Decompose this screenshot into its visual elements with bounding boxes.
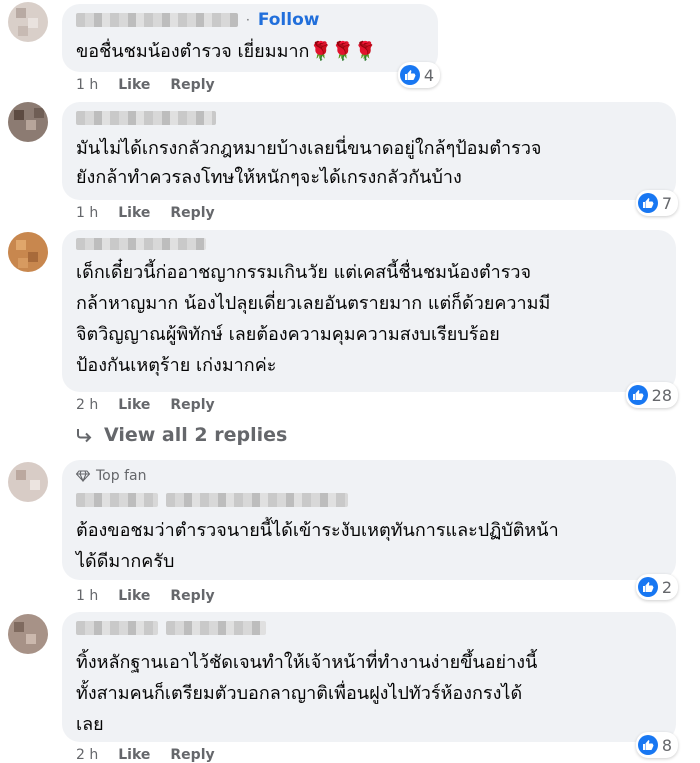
reaction-count-label: 28 <box>651 385 672 405</box>
reaction-count[interactable]: 2 <box>635 574 678 600</box>
comment-bubble: ทิ้งหลักฐานเอาไว้ชัดเจนทำให้เจ้าหน้าที่ท… <box>62 612 678 758</box>
top-fan-label: Top fan <box>96 468 147 484</box>
comment-text: ป้องกันเหตุร้าย เก่งมากค่ะ <box>76 355 277 376</box>
thumbs-up-icon <box>627 385 648 405</box>
comment-actions: 1 h Like Reply <box>76 77 215 93</box>
reaction-count-label: 4 <box>423 65 434 85</box>
comment-text: ทิ้งหลักฐานเอาไว้ชัดเจนทำให้เจ้าหน้าที่ท… <box>76 652 538 673</box>
comment-text: มันไม่ได้เกรงกลัวกฎหมายบ้างเลยนี่ขนาดอยู… <box>76 138 542 159</box>
reaction-count-label: 7 <box>661 193 672 213</box>
avatar[interactable] <box>8 102 48 142</box>
timestamp[interactable]: 1 h <box>76 77 98 93</box>
like-button[interactable]: Like <box>118 397 150 413</box>
comment-author[interactable] <box>76 492 348 508</box>
comment-bubble: เด็กเดี๋ยวนี้ก่ออาชญากรรมเกินวัย แต่เคสน… <box>62 230 678 408</box>
thumbs-up-icon <box>399 65 420 85</box>
comment-text: กล้าหาญมาก น้องไปลุยเดี่ยวเลยอันตรายมาก … <box>76 293 551 314</box>
reply-button[interactable]: Reply <box>170 205 214 221</box>
top-fan-badge: Top fan <box>76 468 146 484</box>
comment-bubble: มันไม่ได้เกรงกลัวกฎหมายบ้างเลยนี่ขนาดอยู… <box>62 102 678 216</box>
follow-button[interactable]: Follow <box>258 10 320 30</box>
reply-button[interactable]: Reply <box>170 397 214 413</box>
view-replies-label: View all 2 replies <box>104 424 288 446</box>
comment-text: ต้องขอชมว่าตำรวจนายนี้ได้เข้าระงับเหตุทั… <box>76 520 559 541</box>
timestamp[interactable]: 1 h <box>76 205 98 221</box>
timestamp[interactable]: 2 h <box>76 397 98 413</box>
reaction-count-label: 2 <box>661 577 672 597</box>
avatar[interactable] <box>8 2 48 42</box>
comment-text: ได้ดีมากครับ <box>76 551 175 572</box>
reaction-count[interactable]: 7 <box>635 190 678 216</box>
comment-author[interactable]: · Follow <box>76 10 320 30</box>
comment-bubble: Top fan ต้องขอชมว่าตำรวจนายนี้ได้เข้าระง… <box>62 460 678 600</box>
avatar[interactable] <box>8 462 48 502</box>
reaction-count[interactable]: 28 <box>625 382 678 408</box>
comment-text: จิตวิญญาณผู้พิทักษ์ เลยต้องความคุมความสง… <box>76 324 500 345</box>
thumbs-up-icon <box>637 193 658 213</box>
comment-text: เด็กเดี๋ยวนี้ก่ออาชญากรรมเกินวัย แต่เคสน… <box>76 262 532 283</box>
reply-button[interactable]: Reply <box>170 588 214 604</box>
comment-author[interactable] <box>76 110 216 126</box>
reply-button[interactable]: Reply <box>170 77 214 93</box>
reaction-count[interactable]: 4 <box>397 62 440 88</box>
comment-actions: 1 h Like Reply <box>76 205 215 221</box>
timestamp[interactable]: 1 h <box>76 588 98 604</box>
avatar[interactable] <box>8 232 48 272</box>
thumbs-up-icon <box>637 577 658 597</box>
comment-author[interactable] <box>76 236 206 252</box>
like-button[interactable]: Like <box>118 205 150 221</box>
like-button[interactable]: Like <box>118 77 150 93</box>
comment-text: ขอชื่นชมน้องตำรวจ เยี่ยมมาก🌹🌹🌹 <box>76 41 377 62</box>
reaction-count-label: 8 <box>661 735 672 755</box>
reaction-count[interactable]: 8 <box>635 732 678 758</box>
avatar[interactable] <box>8 614 48 654</box>
comment-author[interactable] <box>76 620 266 636</box>
like-button[interactable]: Like <box>118 588 150 604</box>
comment-bubble: · Follow ขอชื่นชมน้องตำรวจ เยี่ยมมาก🌹🌹🌹 … <box>62 4 440 88</box>
comment-text: เลย <box>76 714 104 735</box>
view-replies-link[interactable]: View all 2 replies <box>76 424 287 446</box>
comment-text: ยังกล้าทำควรลงโทษให้หนักๆจะได้เกรงกลัวกั… <box>76 167 462 188</box>
thumbs-up-icon <box>637 735 658 755</box>
comment-actions: 1 h Like Reply <box>76 588 215 604</box>
comment-text: ทั้งสามคนก็เตรียมตัวบอกลาญาติเพื่อนฝูงไป… <box>76 683 523 704</box>
reply-arrow-icon <box>77 429 92 443</box>
diamond-icon <box>76 470 90 482</box>
comment-actions: 2 h Like Reply <box>76 397 215 413</box>
